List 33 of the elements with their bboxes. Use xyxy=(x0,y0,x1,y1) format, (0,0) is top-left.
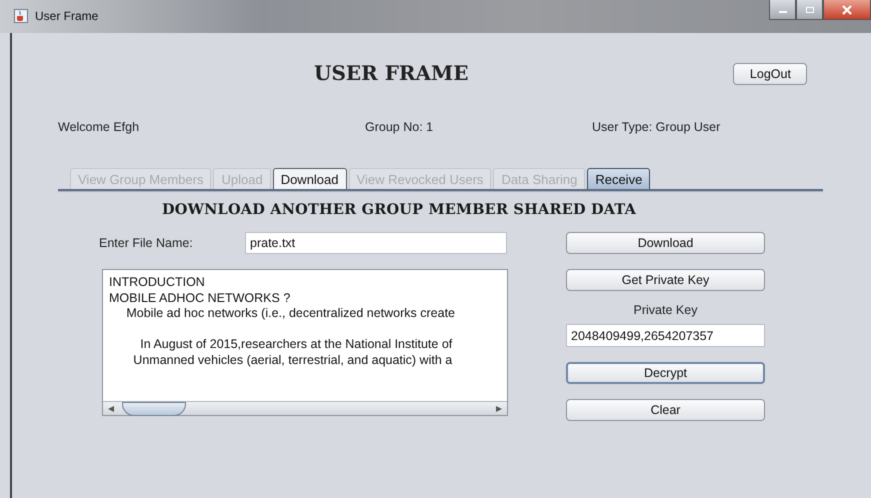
frame-heading: USER FRAME xyxy=(314,61,468,85)
close-button[interactable] xyxy=(823,0,871,20)
text-area[interactable] xyxy=(102,269,508,416)
panel-heading: DOWNLOAD ANOTHER GROUP MEMBER SHARED DATA xyxy=(162,201,638,218)
welcome-label: Welcome Efgh xyxy=(58,120,140,134)
right-arrow-icon[interactable] xyxy=(494,404,504,412)
close-icon xyxy=(841,4,853,14)
text-line: MOBILE ADHOC NETWORKS ? xyxy=(109,290,292,306)
maximize-icon xyxy=(804,6,814,14)
clear-button[interactable]: Clear xyxy=(566,399,765,421)
maximize-button[interactable] xyxy=(796,0,823,20)
window-title: User Frame xyxy=(35,9,98,23)
private-key-field[interactable]: 2048409499,2654207357 xyxy=(566,324,765,347)
private-key-label: Private Key xyxy=(634,303,698,317)
file-name-field[interactable]: prate.txt xyxy=(245,232,507,254)
text-line: In August of 2015,researchers at the National Institute of xyxy=(139,337,454,352)
left-arrow-icon[interactable] xyxy=(106,404,116,412)
horizontal-scrollbar[interactable] xyxy=(103,401,507,415)
group-label: Group No: 1 xyxy=(365,120,434,134)
decrypt-button[interactable]: Decrypt xyxy=(566,362,765,384)
download-button[interactable]: Download xyxy=(566,232,765,254)
tab[interactable]: Download xyxy=(272,168,347,189)
text-line: INTRODUCTION xyxy=(109,275,206,290)
logout-button[interactable]: LogOut xyxy=(733,62,808,84)
text-line: Unmanned vehicles (aerial, terrestrial, and aquatic) with a xyxy=(132,352,454,368)
text-line: Mobile ad hoc networks (i.e., decentralized networks create xyxy=(125,306,456,322)
minimize-button[interactable] xyxy=(769,0,796,20)
scroll-thumb[interactable] xyxy=(122,402,186,416)
get-private-key-button[interactable]: Get Private Key xyxy=(566,269,765,291)
file-name-label: Enter File Name: xyxy=(99,236,194,250)
user-type-label: User Type: Group User xyxy=(592,120,720,134)
tab[interactable]: Receive xyxy=(587,168,650,189)
coffee-cup-icon xyxy=(14,9,28,23)
